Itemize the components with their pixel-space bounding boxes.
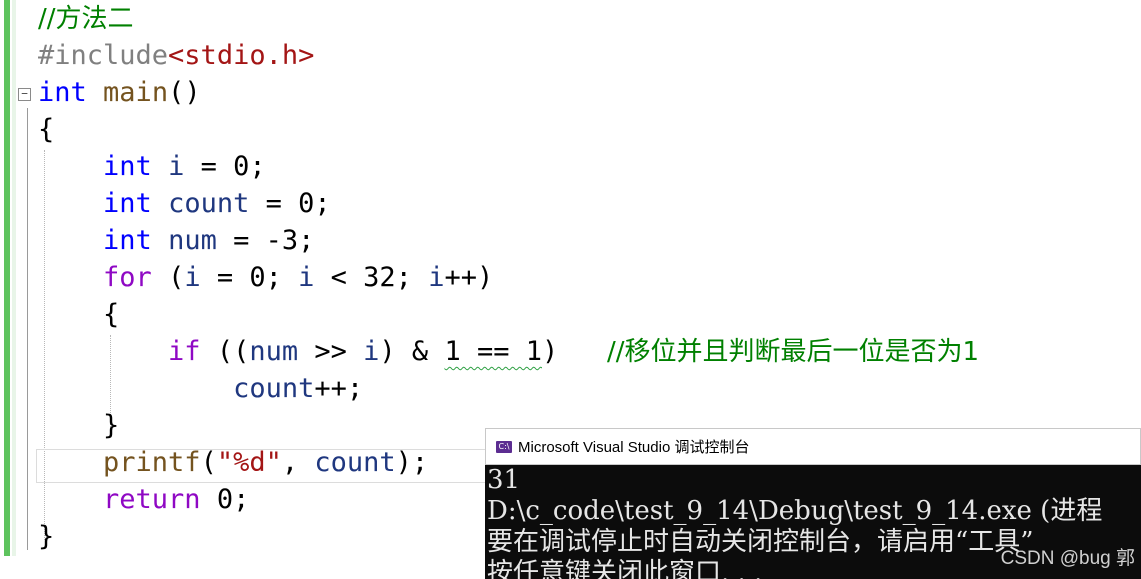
code-token: ( — [200, 447, 217, 478]
change-indicator-bar — [4, 0, 10, 556]
code-token: ( — [151, 262, 185, 293]
code-token: i — [168, 151, 185, 182]
code-token: } — [38, 521, 55, 552]
code-token: ) & — [379, 336, 445, 367]
code-line[interactable]: int count = 0; — [38, 185, 979, 222]
code-token: = -3; — [216, 225, 315, 256]
code-token: ++) — [444, 262, 494, 293]
code-token: //移位并且判断最后一位是否为1 — [607, 337, 980, 367]
code-token: num — [168, 225, 217, 256]
console-output-line: D:\c_code\test_9_14\Debug\test_9_14.exe … — [487, 496, 1103, 526]
code-token: int — [103, 188, 152, 219]
outline-fold-line — [27, 108, 28, 550]
code-token: <stdio.h> — [168, 40, 315, 71]
console-title-bar[interactable]: C:\ Microsoft Visual Studio 调试控制台 — [485, 428, 1141, 465]
code-token: "%d" — [216, 447, 282, 478]
code-token: //方法二 — [38, 4, 134, 34]
code-token: i — [363, 336, 380, 367]
code-line[interactable]: int num = -3; — [38, 222, 979, 259]
vs-console-icon: C:\ — [496, 440, 512, 453]
code-token: num — [249, 336, 299, 367]
code-token: return — [103, 484, 201, 515]
code-token: { — [38, 299, 120, 330]
code-token: i — [428, 262, 445, 293]
code-line[interactable]: if ((num >> i) & 1 == 1) //移位并且判断最后一位是否为… — [38, 333, 979, 370]
code-token: () — [168, 77, 201, 108]
code-line[interactable]: { — [38, 111, 979, 148]
code-token: i — [184, 262, 201, 293]
code-token: for — [103, 262, 152, 293]
code-token: } — [38, 410, 120, 441]
code-token: 1 == 1 — [444, 336, 542, 367]
code-line[interactable]: int main() — [38, 74, 979, 111]
code-token: printf — [103, 447, 201, 478]
collapse-toggle-icon[interactable]: − — [18, 88, 31, 101]
code-token: #include — [38, 40, 169, 71]
console-title: Microsoft Visual Studio 调试控制台 — [518, 439, 750, 456]
code-token: < 32; — [314, 262, 429, 293]
code-token: count — [168, 188, 250, 219]
code-token: { — [38, 114, 55, 145]
code-token: = 0; — [249, 188, 331, 219]
code-token: count — [233, 373, 315, 404]
code-token: int — [38, 77, 87, 108]
code-token: = 0; — [184, 151, 266, 182]
code-token: (( — [200, 336, 250, 367]
code-line[interactable]: //方法二 — [38, 0, 979, 37]
code-token: ) — [542, 336, 608, 367]
code-token: if — [168, 336, 201, 367]
code-token: i — [298, 262, 315, 293]
code-token: main — [103, 77, 169, 108]
code-line[interactable]: count++; — [38, 370, 979, 407]
code-token: ); — [395, 447, 429, 478]
change-indicator-margin — [12, 0, 16, 556]
console-output-line: 31 — [487, 465, 521, 495]
code-line[interactable]: for (i = 0; i < 32; i++) — [38, 259, 979, 296]
code-token: int — [103, 225, 152, 256]
code-token: , — [281, 447, 315, 478]
code-token: 0; — [200, 484, 250, 515]
code-line[interactable]: int i = 0; — [38, 148, 979, 185]
watermark: CSDN @bug 郭 — [1000, 548, 1135, 569]
code-token: ++; — [314, 373, 364, 404]
code-line[interactable]: #include<stdio.h> — [38, 37, 979, 74]
code-token: = 0; — [200, 262, 299, 293]
code-line[interactable]: { — [38, 296, 979, 333]
code-token: >> — [298, 336, 364, 367]
code-token: count — [314, 447, 396, 478]
code-token: int — [103, 151, 152, 182]
